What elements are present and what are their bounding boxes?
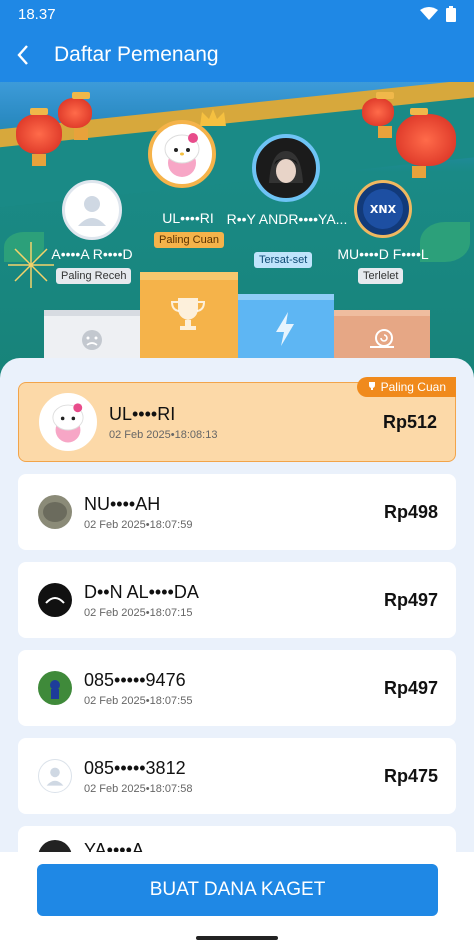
bottom-bar: BUAT DANA KAGET — [0, 852, 474, 948]
default-user-icon — [78, 196, 106, 226]
lantern-icon — [396, 108, 456, 178]
elephant-avatar-icon — [43, 502, 67, 522]
avatar — [38, 671, 72, 705]
podium-block-second — [238, 294, 334, 360]
avatar — [38, 759, 72, 793]
winner-card[interactable]: 085•••••9476 02 Feb 2025•18:07:55 Rp497 — [18, 650, 456, 726]
podium-block-fourth — [334, 310, 430, 360]
lantern-icon — [58, 92, 92, 140]
winner-name: NU••••AH — [84, 493, 161, 514]
default-user-icon — [46, 767, 64, 786]
fourth-place-badge: Terlelet — [358, 268, 404, 284]
snail-icon — [370, 329, 394, 348]
winner-name: 085•••••3812 — [84, 757, 186, 778]
avatar — [38, 495, 72, 529]
winner-date: 02 Feb 2025•18:07:15 — [84, 606, 193, 619]
winner-date: 02 Feb 2025•18:07:55 — [84, 694, 193, 707]
anime-avatar-icon — [269, 151, 303, 183]
second-place-badge: Tersat-set — [254, 252, 313, 268]
hello-kitty-avatar-icon — [164, 133, 200, 177]
podium-hero: UL••••RI Paling Cuan R••Y ANDR••••YA... … — [0, 82, 474, 382]
podium-block-third — [44, 310, 140, 360]
buat-dana-kaget-button[interactable]: BUAT DANA KAGET — [37, 864, 438, 916]
status-time: 18.37 — [18, 5, 56, 23]
winner-name: 085•••••9476 — [84, 669, 186, 690]
fourth-place-name: MU••••D F••••L — [337, 246, 429, 262]
winner-card[interactable]: 085•••••3812 02 Feb 2025•18:07:58 Rp475 — [18, 738, 456, 814]
crown-icon — [200, 109, 226, 126]
lightning-icon — [276, 312, 294, 346]
hello-kitty-avatar-icon — [52, 403, 84, 443]
back-arrow-icon — [17, 45, 28, 65]
avatar — [39, 393, 97, 451]
third-place-avatar[interactable] — [62, 180, 122, 240]
page-title: Daftar Pemenang — [54, 43, 219, 66]
second-place-name: R••Y ANDR••••YA... — [226, 211, 348, 227]
avatar — [38, 583, 72, 617]
trophy-icon — [170, 298, 206, 330]
status-bar: 18.37 — [0, 0, 474, 28]
first-place-badge: Paling Cuan — [154, 232, 224, 248]
gaming-logo-icon: XNX — [363, 189, 403, 229]
gesture-nav-handle[interactable] — [196, 936, 278, 940]
winner-date: 02 Feb 2025•18:08:13 — [109, 428, 218, 441]
podium-block-first — [140, 272, 238, 360]
wifi-icon — [420, 7, 438, 20]
fourth-place-avatar[interactable]: XNX — [354, 180, 412, 238]
calligraphy-avatar-icon — [45, 597, 65, 604]
trophy-icon — [369, 382, 376, 390]
winner-card[interactable]: D••N AL••••DA 02 Feb 2025•18:07:15 Rp497 — [18, 562, 456, 638]
third-place-badge: Paling Receh — [56, 268, 132, 284]
winner-name: UL••••RI — [109, 403, 176, 424]
winner-date: 02 Feb 2025•18:07:59 — [84, 518, 193, 531]
lantern-icon — [16, 108, 62, 166]
winner-card[interactable]: Paling Cuan UL••••RI 02 Feb 2025•18:08:1… — [18, 377, 456, 462]
winner-amount: Rp475 — [383, 765, 438, 786]
football-avatar-icon — [50, 680, 60, 699]
winner-amount: Rp512 — [382, 411, 437, 432]
second-place-avatar[interactable] — [252, 134, 320, 202]
battery-icon — [446, 6, 456, 22]
winner-amount: Rp497 — [383, 589, 438, 610]
winner-card[interactable]: NU••••AH 02 Feb 2025•18:07:59 Rp498 — [18, 474, 456, 550]
winner-name: D••N AL••••DA — [84, 581, 199, 602]
paling-cuan-tag: Paling Cuan — [357, 377, 456, 397]
svg-text:XNX: XNX — [370, 203, 397, 216]
first-place-avatar[interactable] — [148, 120, 216, 188]
app-bar: Daftar Pemenang — [0, 28, 474, 82]
sad-face-icon — [82, 330, 102, 350]
back-button[interactable] — [0, 28, 46, 82]
lantern-icon — [362, 92, 394, 138]
winner-amount: Rp498 — [383, 501, 438, 522]
winner-amount: Rp497 — [383, 677, 438, 698]
winner-date: 02 Feb 2025•18:07:58 — [84, 782, 193, 795]
third-place-name: A••••A R••••D — [51, 246, 133, 262]
